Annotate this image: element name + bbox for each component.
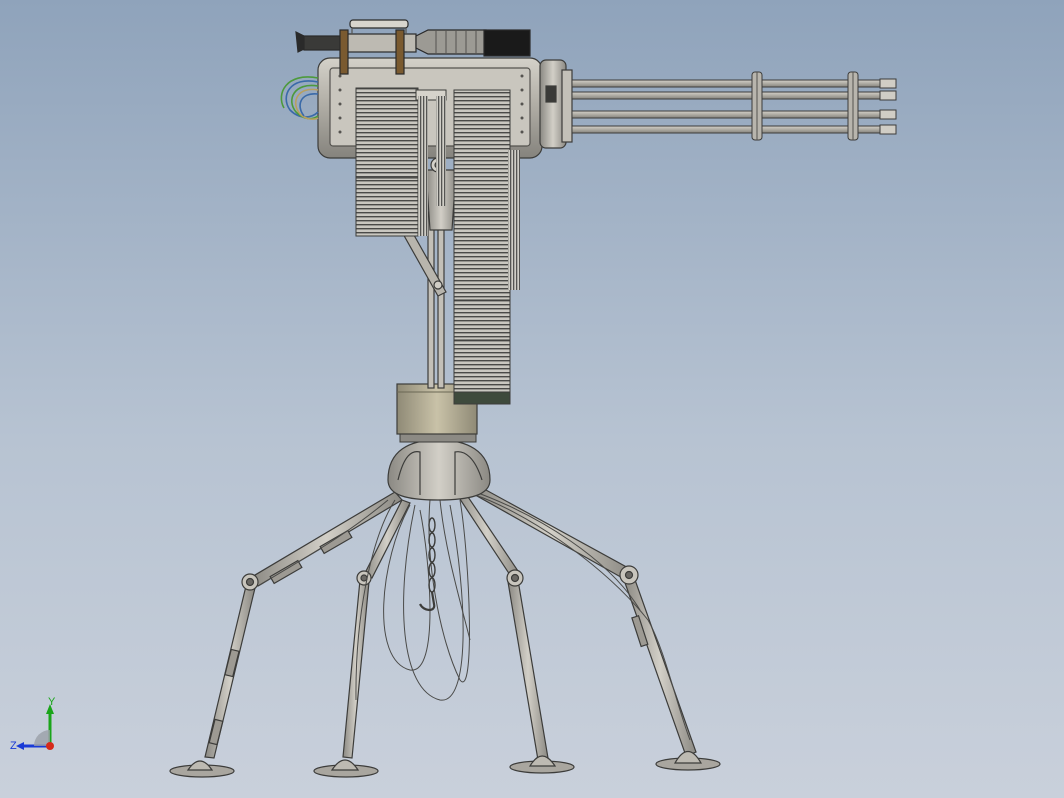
turret-3d-model[interactable] [0,0,1064,798]
x-axis-dot [46,742,54,750]
leg-far-left [169,491,403,778]
z-axis-arrow [16,742,24,750]
leg-group [169,483,721,778]
cad-viewport[interactable]: Y Z [0,0,1064,798]
z-axis-label: Z [10,740,17,752]
leg-far-right [469,483,721,771]
hanging-cables [259,489,691,741]
gatling-barrels [571,71,897,141]
y-axis-label: Y [48,696,56,708]
orientation-triad: Y Z [10,696,56,752]
barrel-housing [539,59,573,149]
rear-wires [280,76,319,120]
